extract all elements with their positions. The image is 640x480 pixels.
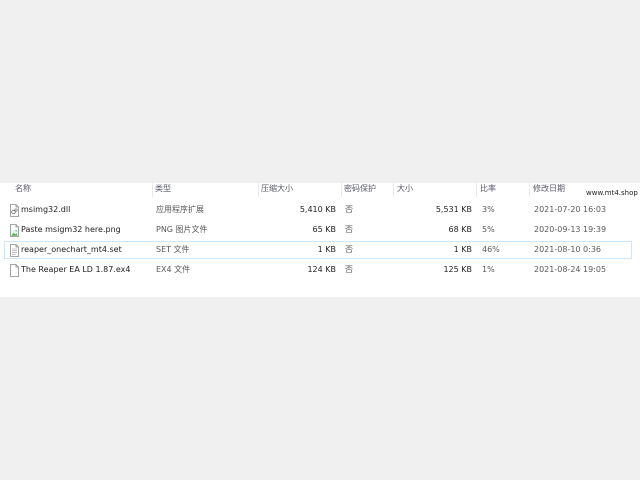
column-divider[interactable] (258, 183, 259, 197)
file-row[interactable]: The Reaper EA LD 1.87.ex4 EX4 文件 124 KB … (4, 261, 632, 279)
file-row[interactable]: Paste msigm32 here.png PNG 图片文件 65 KB 否 … (4, 221, 632, 239)
file-name: The Reaper EA LD 1.87.ex4 (21, 265, 131, 274)
column-header-password[interactable]: 密码保护 (344, 183, 376, 197)
column-header-compressed-size[interactable]: 压缩大小 (261, 183, 293, 197)
file-password: 否 (345, 225, 353, 234)
dll-file-icon (10, 204, 19, 217)
file-password: 否 (345, 265, 353, 274)
file-type: PNG 图片文件 (156, 225, 208, 234)
file-size: 5,531 KB (435, 205, 472, 214)
file-compressed-size: 65 KB (312, 225, 336, 234)
column-header-ratio[interactable]: 比率 (480, 183, 496, 197)
file-modified: 2021-08-24 19:05 (534, 265, 607, 274)
column-header-size[interactable]: 大小 (397, 183, 413, 197)
file-row[interactable]: msimg32.dll 应用程序扩展 5,410 KB 否 5,531 KB 3… (4, 201, 632, 219)
column-divider[interactable] (393, 183, 394, 197)
file-ratio: 1% (482, 265, 495, 274)
file-ratio: 46% (482, 245, 500, 254)
column-divider[interactable] (152, 183, 153, 197)
file-row-selected[interactable]: reaper_onechart_mt4.set SET 文件 1 KB 否 1 … (4, 241, 632, 259)
column-divider[interactable] (529, 183, 530, 197)
column-divider[interactable] (476, 183, 477, 197)
file-type: 应用程序扩展 (156, 205, 204, 214)
text-file-icon (10, 244, 19, 257)
file-size: 68 KB (448, 225, 472, 234)
file-password: 否 (345, 245, 353, 254)
column-header-modified[interactable]: 修改日期 (533, 183, 565, 197)
blank-file-icon (10, 264, 19, 277)
file-compressed-size: 1 KB (317, 245, 336, 254)
file-compressed-size: 5,410 KB (299, 205, 336, 214)
file-modified: 2021-08-10 0:36 (534, 245, 601, 254)
file-type: SET 文件 (156, 245, 190, 254)
file-modified: 2020-09-13 19:39 (534, 225, 607, 234)
column-header-name[interactable]: 名称 (15, 183, 31, 197)
archive-file-list: 名称 类型 压缩大小 密码保护 大小 比率 修改日期 www.mt4.shop … (0, 183, 640, 297)
file-name: msimg32.dll (21, 205, 71, 214)
watermark-text: www.mt4.shop (586, 189, 638, 197)
column-header-type[interactable]: 类型 (155, 183, 171, 197)
file-ratio: 5% (482, 225, 495, 234)
file-type: EX4 文件 (156, 265, 191, 274)
column-header-bar: 名称 类型 压缩大小 密码保护 大小 比率 修改日期 www.mt4.shop (0, 183, 640, 197)
file-name: reaper_onechart_mt4.set (21, 245, 122, 254)
file-size: 1 KB (453, 245, 472, 254)
file-size: 125 KB (443, 265, 472, 274)
column-divider[interactable] (341, 183, 342, 197)
file-ratio: 3% (482, 205, 495, 214)
image-file-icon (10, 224, 19, 237)
file-compressed-size: 124 KB (307, 265, 336, 274)
file-password: 否 (345, 205, 353, 214)
file-name: Paste msigm32 here.png (21, 225, 121, 234)
file-modified: 2021-07-20 16:03 (534, 205, 607, 214)
